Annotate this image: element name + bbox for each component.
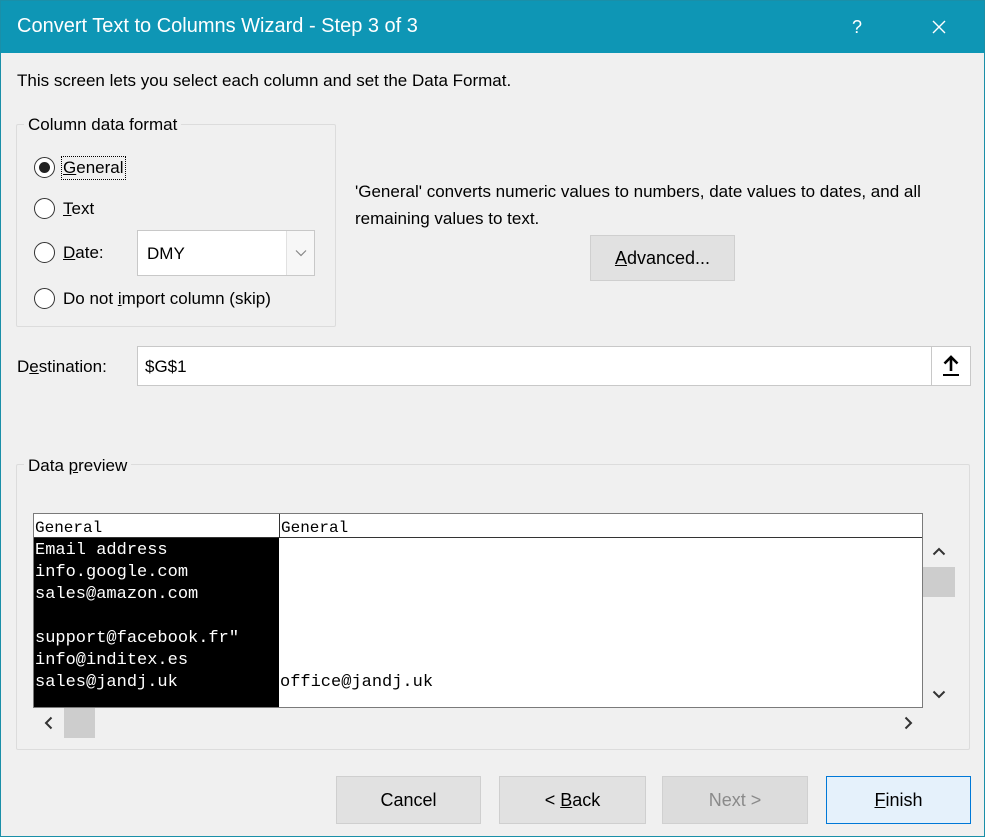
back-button-label: < Back [544, 789, 601, 810]
radio-skip-control[interactable] [34, 288, 55, 309]
horizontal-scroll-thumb[interactable] [64, 708, 95, 738]
intro-text: This screen lets you select each column … [17, 71, 512, 90]
preview-horizontal-scrollbar[interactable] [33, 708, 923, 738]
close-button[interactable] [913, 1, 965, 53]
help-button[interactable]: ? [831, 1, 883, 53]
preview-vertical-scrollbar[interactable] [923, 537, 955, 708]
finish-button-label: Finish [874, 789, 923, 810]
format-description: 'General' converts numeric values to num… [355, 182, 921, 228]
destination-input[interactable]: $G$1 [137, 346, 932, 386]
chevron-left-icon [44, 716, 52, 730]
date-format-value: DMY [147, 244, 185, 263]
radio-skip-label: Do not import column (skip) [63, 288, 271, 308]
column-divider [279, 514, 280, 538]
advanced-button[interactable]: Advanced... [590, 235, 735, 281]
cancel-button[interactable]: Cancel [336, 776, 481, 824]
radio-text-label: Text [63, 198, 95, 218]
date-format-select[interactable]: DMY [137, 230, 315, 276]
radio-date-label: Date: [63, 242, 104, 262]
preview-cell: sales@amazon.com [35, 585, 199, 604]
collapse-dialog-button[interactable] [931, 346, 971, 386]
radio-general[interactable]: General [34, 155, 126, 180]
destination-value: $G$1 [145, 357, 187, 376]
back-button[interactable]: < Back [499, 776, 646, 824]
data-preview-label: Data preview [24, 456, 132, 476]
destination-label: Destination: [17, 357, 107, 376]
close-icon [932, 20, 946, 34]
wizard-dialog: Convert Text to Columns Wizard - Step 3 … [0, 0, 985, 837]
radio-date[interactable]: Date: [34, 242, 104, 263]
radio-text[interactable]: Text [34, 198, 94, 219]
radio-general-label: General [61, 155, 126, 180]
chevron-down-icon [295, 250, 306, 257]
cancel-button-label: Cancel [380, 789, 437, 810]
title-bar: Convert Text to Columns Wizard - Step 3 … [1, 1, 984, 53]
scroll-left-button[interactable] [33, 708, 63, 738]
radio-skip[interactable]: Do not import column (skip) [34, 288, 271, 309]
preview-column-2[interactable]: office@jandj.uk [279, 538, 922, 707]
preview-cell: Email address [35, 541, 168, 560]
vertical-scroll-thumb[interactable] [923, 567, 955, 597]
column-format-label: Column data format [24, 115, 182, 135]
preview-cell: info@inditex.es [35, 651, 189, 670]
preview-cell: support@facebook.fr" [35, 629, 240, 648]
preview-column-1-selected[interactable]: Email address info.google.com sales@amaz… [34, 538, 279, 707]
column-header-2[interactable]: General [281, 519, 348, 537]
next-button-label: Next > [708, 789, 762, 810]
column-header-1[interactable]: General [35, 519, 102, 537]
chevron-down-icon [932, 690, 946, 698]
finish-button[interactable]: Finish [826, 776, 971, 824]
dialog-title: Convert Text to Columns Wizard - Step 3 … [17, 15, 418, 37]
radio-text-control[interactable] [34, 198, 55, 219]
chevron-right-icon [904, 716, 912, 730]
scroll-down-button[interactable] [923, 680, 955, 708]
up-arrow-icon [943, 355, 959, 376]
preview-cell: sales@jandj.uk [35, 673, 178, 692]
next-button[interactable]: Next > [662, 776, 808, 824]
date-format-dropdown-button[interactable] [286, 231, 314, 275]
scroll-up-button[interactable] [923, 537, 955, 565]
radio-general-control[interactable] [34, 157, 55, 178]
preview-header-row: General General [34, 514, 922, 538]
advanced-button-label: Advanced... [614, 247, 711, 268]
preview-cell: office@jandj.uk [280, 673, 434, 692]
chevron-up-icon [932, 547, 946, 555]
data-preview-grid[interactable]: General General Email address info.googl… [33, 513, 923, 708]
scroll-right-button[interactable] [893, 708, 923, 738]
radio-date-control[interactable] [34, 242, 55, 263]
help-icon: ? [851, 16, 862, 37]
radio-selected-dot [39, 162, 50, 173]
preview-cell: info.google.com [35, 563, 189, 582]
